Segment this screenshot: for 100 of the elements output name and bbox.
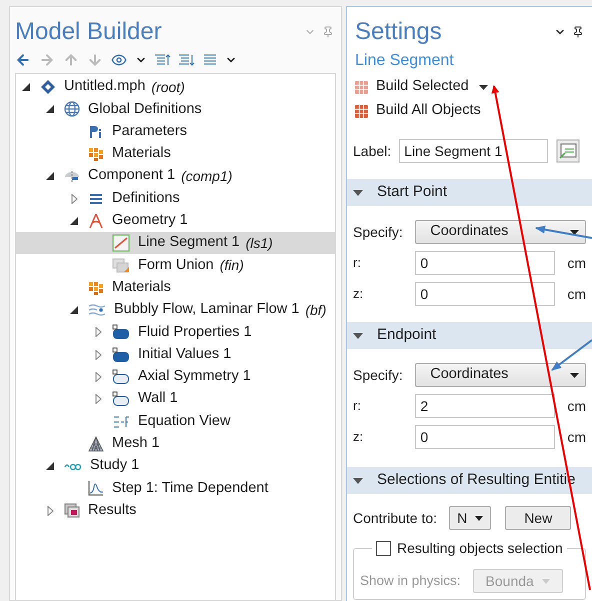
tree-item-label: Equation View — [138, 412, 230, 431]
tree-item-label: Definitions — [112, 188, 180, 208]
new-button[interactable]: New — [505, 506, 572, 530]
tree-item-label: Initial Values 1 — [138, 344, 232, 364]
line-segment-icon — [112, 234, 130, 252]
unit-label: cm — [567, 396, 586, 416]
mesh-icon — [88, 436, 104, 452]
tree-item-label: Geometry 1 — [112, 211, 188, 230]
expanded-caret-icon — [353, 332, 363, 338]
plot-icon — [88, 480, 104, 496]
tree-item[interactable]: Materials — [16, 142, 335, 166]
list-icon[interactable] — [203, 53, 217, 67]
boundary-icon — [112, 369, 130, 385]
tree-item-label: Global Definitions — [88, 100, 202, 119]
section-header[interactable]: Start Point — [347, 179, 592, 206]
coordinate-input-field[interactable]: 0 — [415, 251, 556, 275]
unit-label: cm — [567, 284, 586, 304]
tree-item-label: Component 1 — [88, 166, 176, 186]
tree-item-tag: (root) — [151, 76, 185, 98]
tree-item[interactable]: Form Union (fin) — [16, 254, 335, 277]
tree-item-label: Line Segment 1 — [138, 233, 240, 252]
tree-item[interactable]: Wall 1 — [16, 388, 335, 410]
tree-item-label: Bubbly Flow, Laminar Flow 1 — [114, 300, 300, 320]
tree-item[interactable]: Equation View — [16, 410, 335, 433]
coordinate-input-field[interactable]: 0 — [415, 282, 556, 306]
tree-item-label: Fluid Properties 1 — [138, 322, 252, 342]
domain-icon — [112, 324, 130, 340]
field-label: z: — [353, 428, 364, 446]
tree-item[interactable]: Parameters — [16, 120, 335, 143]
collapse-all-icon[interactable] — [155, 53, 171, 67]
tree-item[interactable]: Step 1: Time Dependent — [16, 477, 335, 500]
checkbox-label: Resulting objects selection — [397, 539, 563, 558]
tree-item[interactable]: Initial Values 1 — [16, 344, 335, 366]
tree-item-label: Untitled.mph — [64, 77, 146, 96]
checkbox[interactable] — [376, 541, 391, 556]
tree-item[interactable]: Fluid Properties 1 — [16, 321, 335, 344]
equation-icon — [112, 414, 130, 430]
tree-item[interactable]: Definitions — [16, 187, 335, 210]
contribute-dropdown[interactable]: N — [449, 506, 492, 530]
tree-item-label: Results — [88, 500, 136, 520]
unit-label: cm — [567, 428, 586, 446]
tree-item[interactable]: Materials — [16, 276, 335, 299]
specify-dropdown[interactable]: Coordinates — [415, 363, 586, 387]
tree-item-label: Step 1: Time Dependent — [112, 478, 268, 498]
field-label: r: — [353, 254, 362, 272]
dropdown-caret-icon — [542, 578, 550, 584]
dropdown-caret-icon — [475, 516, 484, 520]
tree-item-tag: (ls1) — [246, 232, 273, 254]
label-input-field[interactable]: Line Segment 1 — [399, 139, 548, 163]
tree-item[interactable]: Study 1 — [16, 455, 335, 478]
tree-item-label: Parameters — [112, 122, 187, 141]
tree-item-tag: (comp1) — [181, 166, 232, 187]
tree-item[interactable]: Untitled.mph (root) — [16, 76, 335, 98]
field-label: Specify: — [353, 366, 404, 385]
eye-icon[interactable] — [111, 52, 127, 68]
pin-icon[interactable] — [572, 26, 584, 38]
tree-item[interactable]: Bubbly Flow, Laminar Flow 1 (bf) — [16, 298, 335, 322]
section-title: Endpoint — [377, 325, 436, 346]
coordinate-input-field[interactable]: 0 — [415, 425, 556, 449]
tree-item[interactable]: Component 1 (comp1) — [16, 165, 335, 188]
tree-item-label: Mesh 1 — [112, 434, 160, 454]
diamond-icon — [40, 79, 56, 96]
field-label: Contribute to: — [353, 508, 438, 528]
build-button[interactable]: Build Selected — [376, 76, 469, 98]
field-label: z: — [353, 285, 364, 304]
compass-icon — [88, 212, 104, 229]
globe-icon — [64, 101, 80, 118]
dropdown-caret-icon[interactable] — [478, 84, 488, 90]
tree-item-label: Form Union — [138, 256, 214, 275]
field-label: Show in physics: — [360, 572, 461, 590]
notes-icon[interactable] — [556, 139, 580, 163]
tree-item[interactable]: Axial Symmetry 1 — [16, 366, 335, 388]
tree-item-label: Wall 1 — [138, 389, 178, 408]
parameter-icon — [88, 124, 104, 140]
tree-item-label: Study 1 — [90, 456, 140, 476]
tree-item[interactable]: Results — [16, 500, 335, 522]
results-icon — [64, 502, 80, 519]
tree-item-tag: (bf) — [305, 300, 326, 321]
section-header[interactable]: Endpoint — [347, 322, 592, 349]
tree-item[interactable]: Mesh 1 — [16, 432, 335, 456]
build-all-icon[interactable] — [355, 104, 368, 118]
tree-item-label: Materials — [112, 144, 171, 164]
coordinate-input-field[interactable]: 2 — [415, 394, 556, 418]
expanded-caret-icon — [353, 190, 363, 196]
tree-item-label: Materials — [112, 278, 171, 297]
tree-item[interactable]: Global Definitions — [16, 98, 335, 121]
specify-dropdown[interactable]: Coordinates — [415, 220, 586, 244]
tree-item[interactable]: Line Segment 1 (ls1) — [16, 232, 335, 254]
expand-all-icon[interactable] — [179, 53, 195, 67]
section-title: Start Point — [377, 182, 448, 202]
panel-title: Settings — [355, 17, 442, 47]
build-button[interactable]: Build All Objects — [376, 100, 481, 122]
component-icon — [64, 168, 80, 184]
dropdown-caret-icon — [570, 230, 579, 234]
materials-icon — [88, 146, 104, 162]
tree-item[interactable]: Geometry 1 — [16, 210, 335, 232]
field-label: Specify: — [353, 222, 404, 242]
boundary-icon — [112, 391, 130, 408]
domain-icon — [112, 346, 130, 363]
field-label: r: — [353, 397, 362, 416]
